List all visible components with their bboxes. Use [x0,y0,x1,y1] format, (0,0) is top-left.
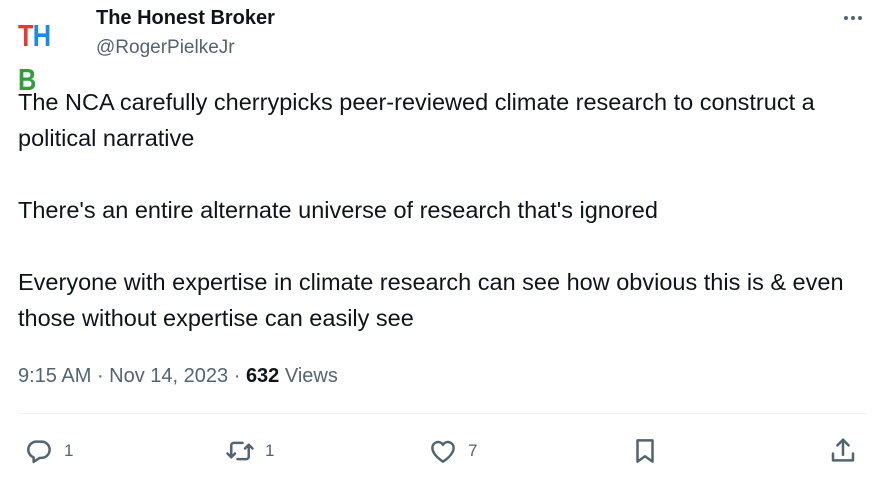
like-button[interactable]: 7 [428,434,477,468]
tweet-meta: 9:15 AM · Nov 14, 2023 · 632 Views [18,362,338,390]
avatar[interactable]: THB [18,14,62,97]
tweet-paragraph: There's an entire alternate universe of … [18,197,658,223]
bookmark-icon [636,439,654,463]
repost-button[interactable]: 1 [225,434,274,468]
reply-count: 1 [64,441,74,460]
tweet-time[interactable]: 9:15 AM [18,365,91,387]
repost-icon [226,441,254,461]
divider [18,413,867,414]
meta-separator: · [91,365,110,387]
avatar-letter-t: T [18,18,34,53]
avatar-letter-h: H [32,18,51,53]
tweet-paragraph: The NCA carefully cherrypicks peer-revie… [18,89,815,151]
views-count: 632 [245,365,280,387]
tweet-paragraph: Everyone with expertise in climate resea… [18,269,844,331]
reply-button[interactable]: 1 [24,434,73,468]
bookmark-button[interactable] [630,434,660,468]
like-count: 7 [468,441,478,460]
more-icon[interactable] [836,4,870,32]
repost-count: 1 [265,441,275,460]
author-handle[interactable]: @RogerPielkeJr [96,36,235,60]
reply-icon [27,440,51,464]
tweet-date[interactable]: Nov 14, 2023 [109,365,228,387]
share-button[interactable] [828,434,858,468]
views-label: Views [284,365,338,387]
meta-separator: · [228,365,246,387]
author-name[interactable]: The Honest Broker [96,6,275,30]
share-icon [831,438,855,462]
tweet-text: The NCA carefully cherrypicks peer-revie… [18,84,863,336]
heart-icon [431,440,455,463]
